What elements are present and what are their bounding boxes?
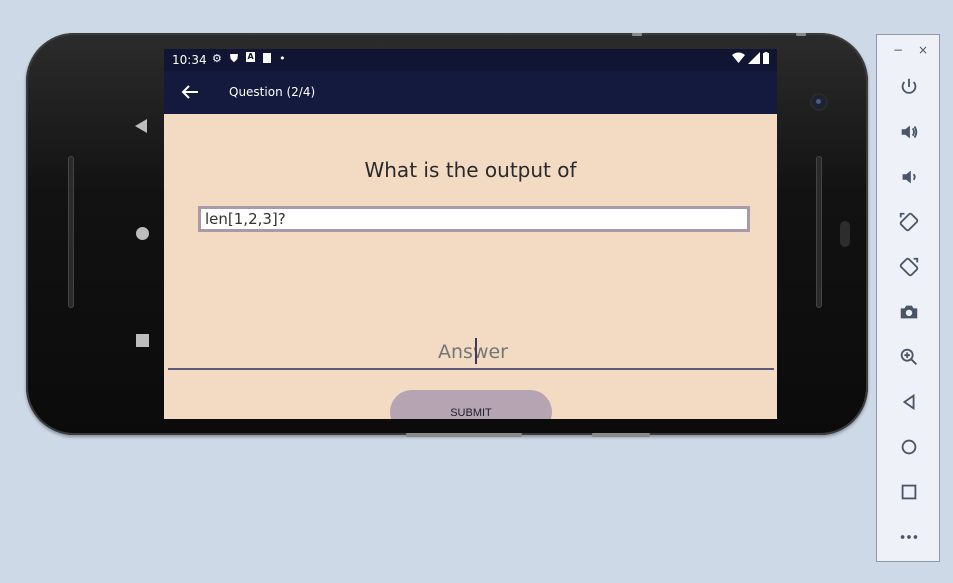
question-text: What is the output of bbox=[364, 158, 577, 182]
app-bar: Question (2/4) bbox=[164, 71, 777, 114]
camera-icon[interactable] bbox=[895, 298, 923, 326]
volume-rocker bbox=[406, 433, 522, 437]
more-icon[interactable] bbox=[895, 523, 923, 551]
shield-icon: ⛊ bbox=[229, 52, 239, 65]
status-time: 10:34 bbox=[172, 53, 207, 67]
gear-icon: ⚙ bbox=[212, 52, 222, 65]
volume-up-icon[interactable] bbox=[895, 118, 923, 146]
front-camera bbox=[812, 95, 826, 109]
device-screen: 10:34 ⚙ ⛊ A • Question (2/4) What is the… bbox=[164, 49, 777, 419]
rotate-left-icon[interactable] bbox=[895, 208, 923, 236]
top-rim-mark bbox=[632, 33, 642, 36]
rotate-right-icon[interactable] bbox=[895, 253, 923, 281]
sd-card-icon bbox=[263, 53, 272, 63]
zoom-icon[interactable] bbox=[895, 343, 923, 371]
question-code-box: len[1,2,3]? bbox=[198, 206, 750, 232]
answer-field[interactable] bbox=[168, 334, 777, 370]
recents-nav-icon[interactable] bbox=[136, 334, 149, 347]
back-icon[interactable] bbox=[895, 388, 923, 416]
back-arrow-icon[interactable] bbox=[178, 80, 202, 104]
answer-input[interactable] bbox=[168, 334, 777, 370]
battery-icon bbox=[763, 52, 769, 64]
signal-icon bbox=[748, 52, 760, 64]
status-right-icons bbox=[732, 52, 769, 64]
top-rim-mark-2 bbox=[796, 33, 806, 36]
dot-icon: • bbox=[279, 52, 286, 65]
close-button[interactable]: × bbox=[918, 43, 928, 57]
left-speaker-grille bbox=[68, 156, 74, 308]
home-icon[interactable] bbox=[895, 433, 923, 461]
status-bar: 10:34 ⚙ ⛊ A • bbox=[164, 49, 777, 71]
right-speaker-grille bbox=[816, 156, 822, 308]
power-icon[interactable] bbox=[895, 73, 923, 101]
overview-icon[interactable] bbox=[895, 478, 923, 506]
power-rocker bbox=[592, 433, 650, 437]
emulator-toolbar: − × bbox=[876, 34, 940, 562]
notification-icons: ⚙ ⛊ A • bbox=[212, 52, 286, 66]
wifi-icon bbox=[732, 52, 745, 63]
proximity-sensor bbox=[840, 221, 850, 247]
back-nav-icon[interactable] bbox=[135, 119, 147, 133]
a-icon: A bbox=[246, 52, 256, 62]
text-cursor bbox=[475, 338, 477, 364]
submit-button[interactable]: SUBMIT bbox=[390, 390, 552, 419]
minimize-button[interactable]: − bbox=[893, 43, 903, 57]
page-title: Question (2/4) bbox=[229, 85, 316, 99]
home-nav-icon[interactable] bbox=[136, 227, 149, 240]
volume-down-icon[interactable] bbox=[895, 163, 923, 191]
